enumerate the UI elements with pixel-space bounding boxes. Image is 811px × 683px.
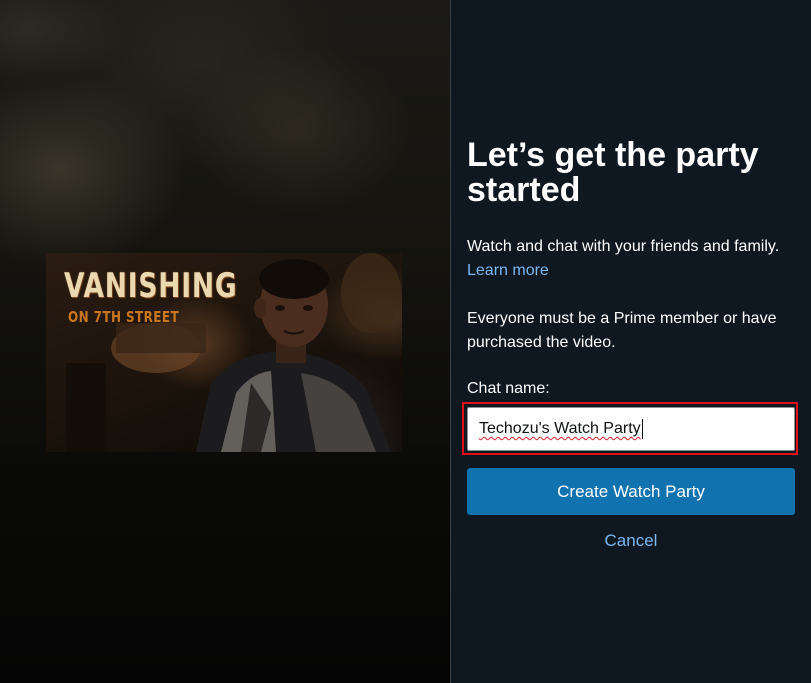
video-title-line2: ON 7TH STREET: [68, 308, 180, 326]
video-title-line1: VANISHING: [64, 266, 238, 306]
panel-heading: Let’s get the party started: [467, 136, 759, 209]
text-caret: [641, 418, 643, 439]
membership-notice: Everyone must be a Prime member or have …: [467, 310, 777, 351]
learn-more-link[interactable]: Learn more: [467, 262, 549, 279]
video-thumbnail: VANISHING ON 7TH STREET: [46, 253, 402, 452]
chat-name-value: Techozu's Watch Party: [479, 420, 641, 437]
create-watch-party-button[interactable]: Create Watch Party: [467, 468, 795, 515]
chat-name-input[interactable]: Techozu's Watch Party: [467, 407, 795, 451]
chat-name-label: Chat name:: [467, 380, 550, 397]
cancel-link[interactable]: Cancel: [467, 531, 795, 551]
intro-paragraph: Watch and chat with your friends and fam…: [467, 235, 787, 283]
intro-text: Watch and chat with your friends and fam…: [467, 238, 780, 255]
watch-party-panel: Let’s get the party started Watch and ch…: [451, 0, 811, 683]
watch-party-window: VANISHING ON 7TH STREET Let’s get the pa…: [0, 0, 811, 683]
